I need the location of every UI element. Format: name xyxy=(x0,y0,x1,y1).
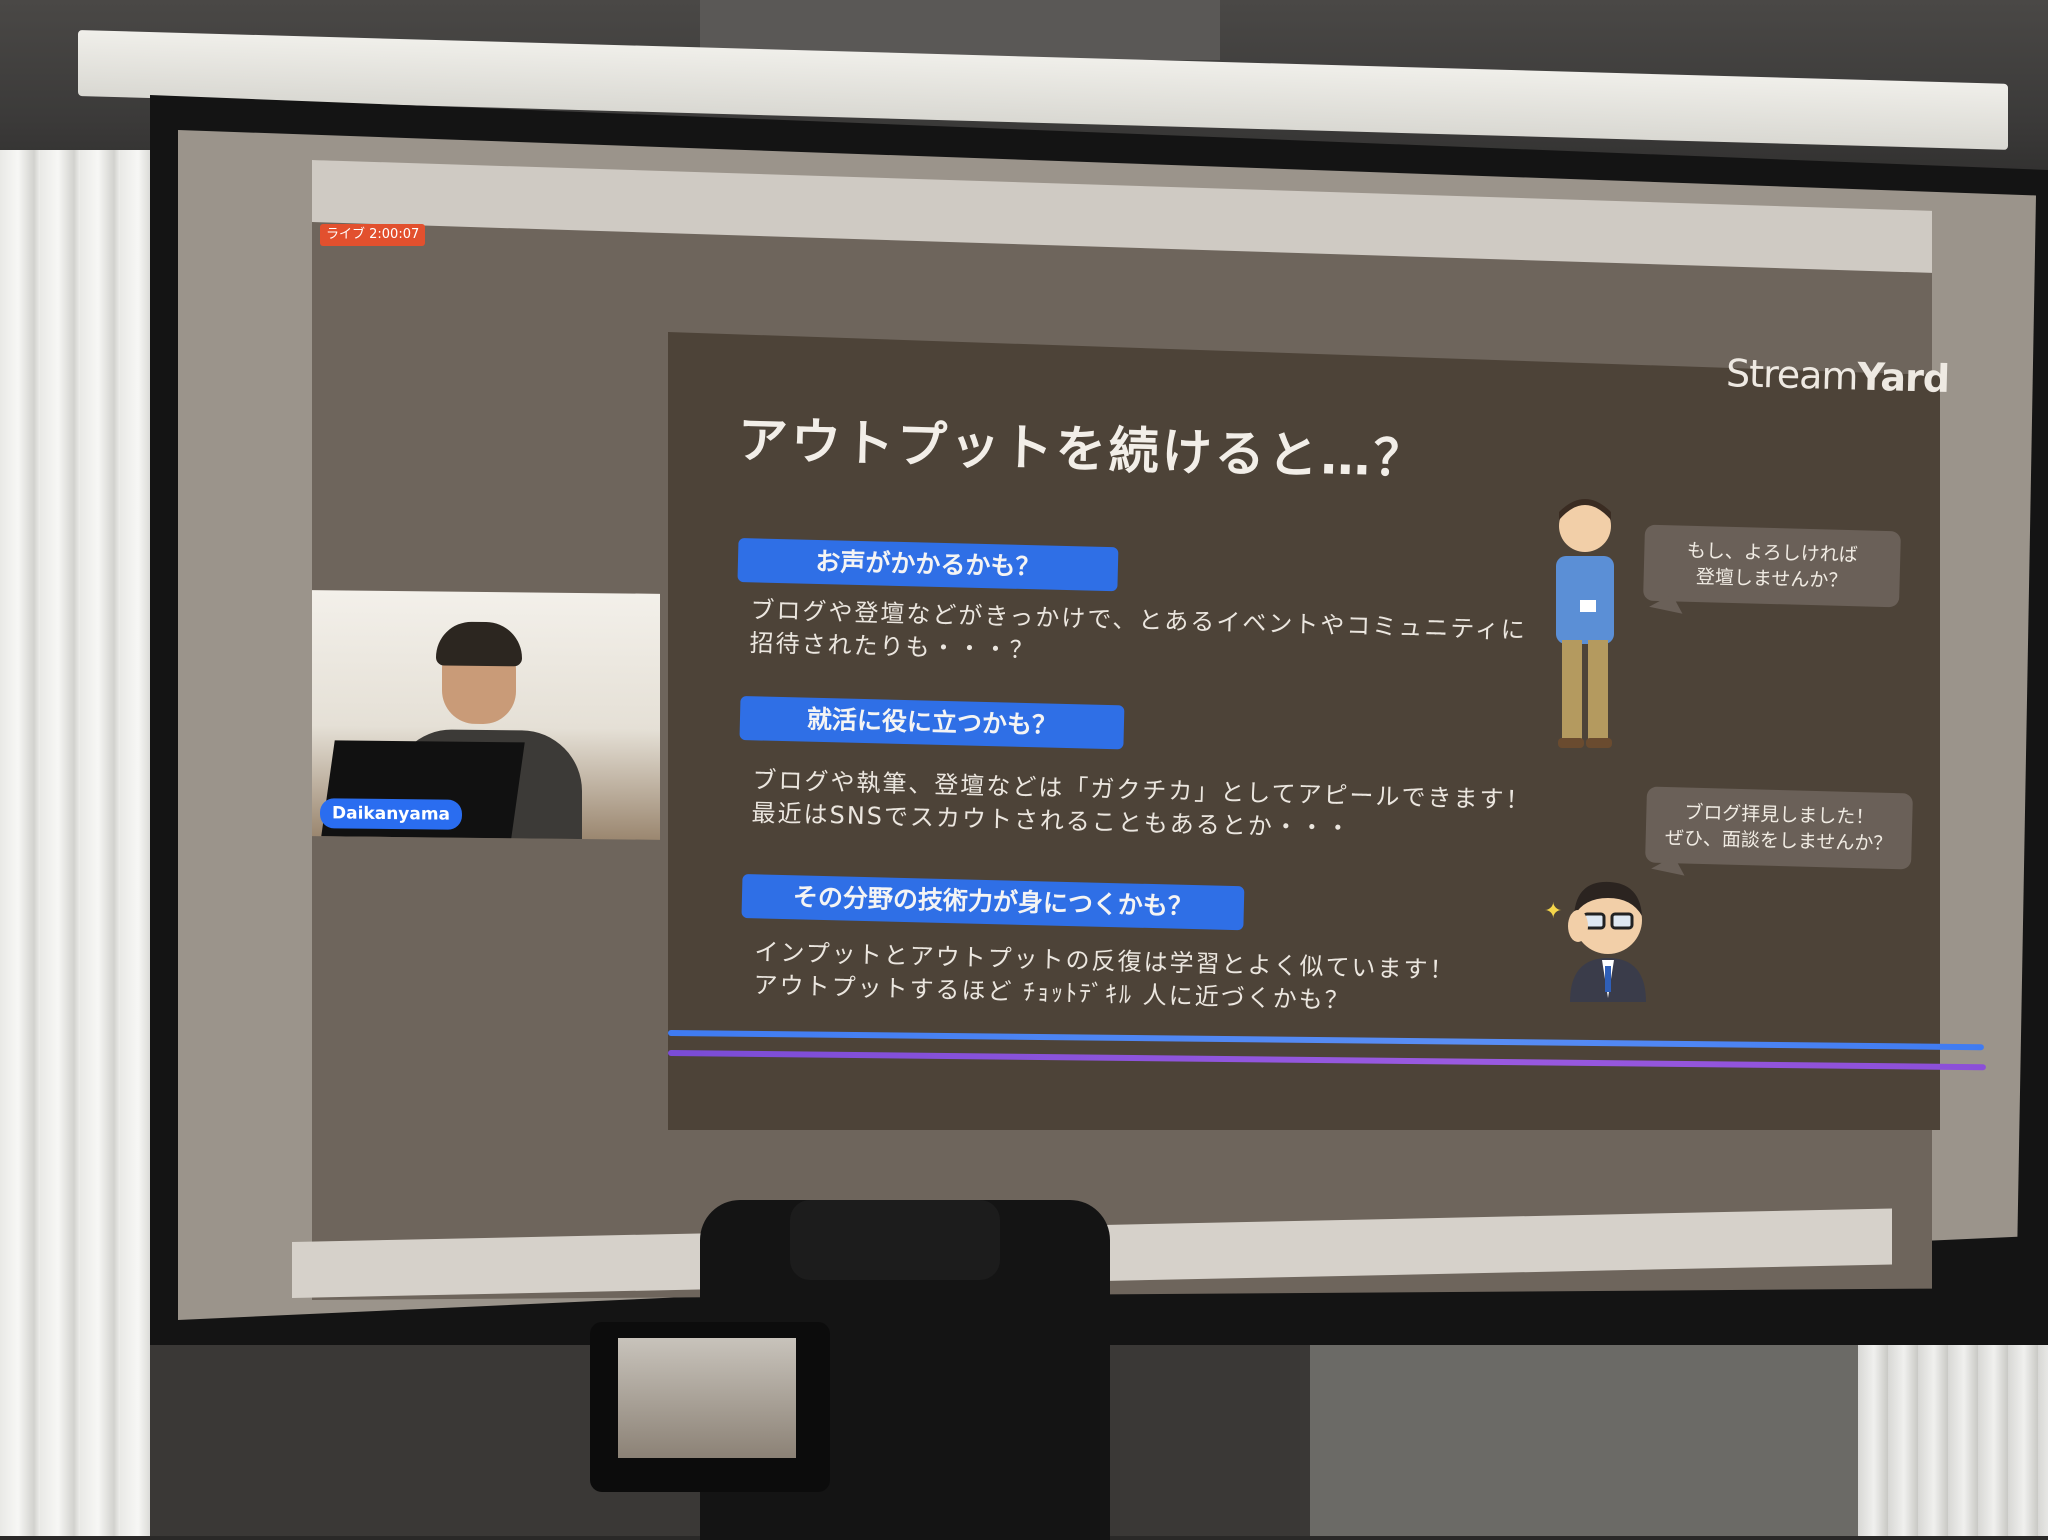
speaker-name-tag: Daikanyama xyxy=(320,798,463,830)
speaker-video: Daikanyama xyxy=(312,590,660,840)
man-with-glasses-illustration: ✦ xyxy=(1544,881,1646,1002)
live-badge: ライブ 2:00:07 xyxy=(320,224,426,246)
logo-text-bold: Yard xyxy=(1856,354,1950,401)
speech-bubble-2: ブログ拝見しました！ ぜひ、面談をしませんか？ xyxy=(1645,786,1913,870)
bubble-2-line-2: ぜひ、面談をしませんか？ xyxy=(1664,827,1893,855)
section-heading-2: 就活に役に立つかも？ xyxy=(739,696,1125,750)
logo-text-light: Stream xyxy=(1725,351,1859,399)
man-with-badge-illustration xyxy=(1556,499,1614,748)
section-heading-1: お声がかかるかも？ xyxy=(737,538,1119,592)
svg-text:✦: ✦ xyxy=(1544,899,1562,924)
camera-viewfinder xyxy=(790,1200,1000,1280)
speech-bubble-1: もし、よろしければ 登壇しませんか？ xyxy=(1643,524,1901,608)
streamyard-logo: StreamYard xyxy=(1725,351,1949,401)
concrete-pillar xyxy=(1310,1320,1890,1536)
camera-lcd-preview xyxy=(618,1338,796,1458)
speaker-hair xyxy=(436,621,522,667)
